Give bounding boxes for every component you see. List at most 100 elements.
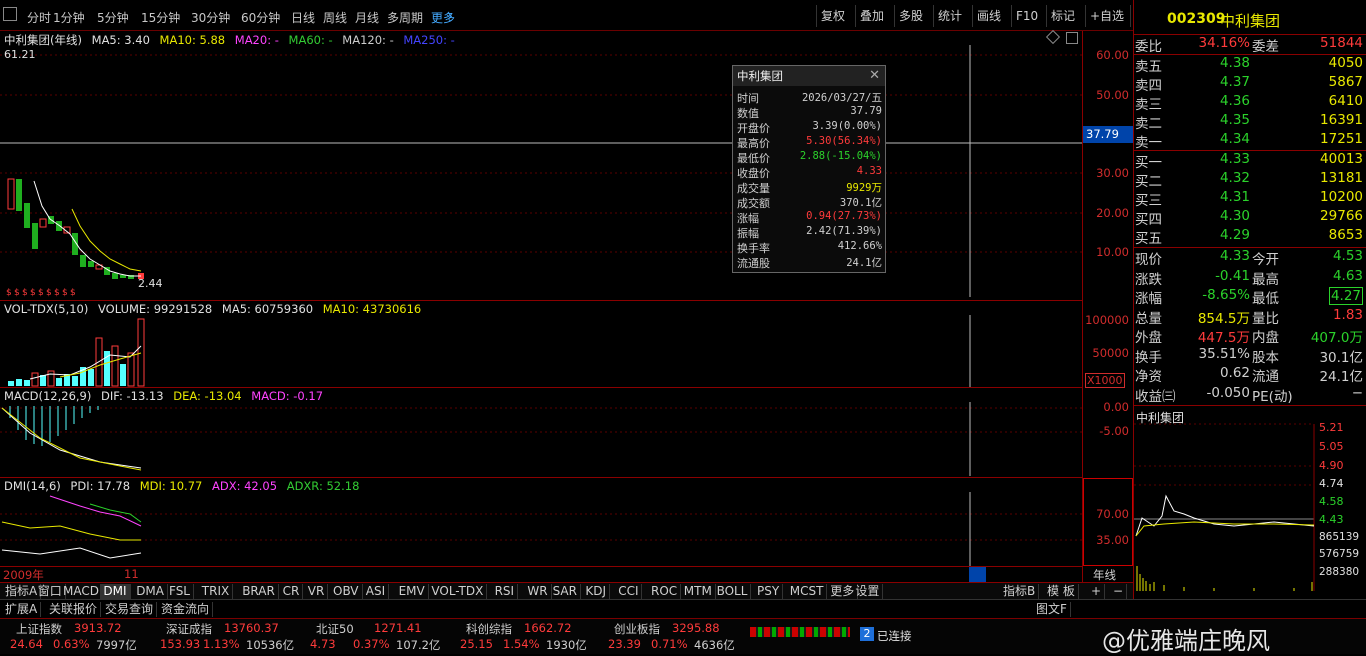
- kline-y-axis: 60.00 50.00 37.79 30.00 20.00 10.00: [1082, 31, 1133, 301]
- tab-23[interactable]: MCST: [787, 584, 828, 599]
- tab-20[interactable]: MTM: [681, 584, 716, 599]
- tab-11[interactable]: ASI: [363, 584, 390, 599]
- bids-volume: 10200: [1320, 189, 1363, 205]
- asks-row: 卖一 4.34 17251: [1134, 131, 1366, 151]
- stat-label: 收益㈢: [1135, 388, 1176, 405]
- watermark: @优雅端庄晚风: [1102, 627, 1270, 655]
- tab-right-1[interactable]: 模 板: [1044, 584, 1079, 599]
- tab-6[interactable]: TRIX: [199, 584, 234, 599]
- tooltip-value: 4.33: [856, 165, 882, 177]
- svg-text:$: $: [22, 288, 28, 298]
- panel-toggle-icon[interactable]: [3, 7, 17, 21]
- dmi-panel[interactable]: DMI(14,6) PDI: 17.78 MDI: 10.77 ADX: 42.…: [0, 478, 1082, 582]
- y-tick: 50000: [1092, 346, 1129, 360]
- close-icon[interactable]: ✕: [869, 68, 880, 83]
- svg-text:$: $: [38, 288, 44, 298]
- macd-panel[interactable]: MACD(12,26,9) DIF: -13.13 DEA: -13.04 MA…: [0, 388, 1082, 478]
- toolbar-3[interactable]: 统计: [933, 5, 966, 27]
- svg-text:$: $: [30, 288, 36, 298]
- tab-right-3[interactable]: −: [1110, 584, 1128, 599]
- chevron-right-icon[interactable]: ›: [448, 9, 453, 23]
- toolbar-4[interactable]: 画线: [972, 5, 1005, 27]
- stat-label: 总量: [1135, 310, 1162, 327]
- stock-name: 中利集团: [1220, 12, 1281, 30]
- ext-tab-right[interactable]: 图文F: [1033, 602, 1071, 617]
- tab-22[interactable]: PSY: [754, 584, 784, 599]
- tab-25[interactable]: 设置: [852, 584, 884, 599]
- ext-tab-2[interactable]: 交易查询: [102, 602, 158, 617]
- candle: [39, 218, 47, 228]
- tab-15[interactable]: WR: [524, 584, 552, 599]
- tab-18[interactable]: CCI: [615, 584, 643, 599]
- tab-right-2[interactable]: +: [1088, 584, 1106, 599]
- tab-17[interactable]: KDJ: [582, 584, 611, 599]
- volume-chart: [8, 315, 971, 387]
- toolbar-0[interactable]: 复权: [816, 5, 849, 27]
- tab-19[interactable]: ROC: [648, 584, 682, 599]
- index-change: 25.15: [460, 637, 493, 651]
- period-4[interactable]: 30分钟: [191, 9, 230, 26]
- mini-chart[interactable]: 中利集团 5.21 5.05 4.90 4.74 4.58 4.43 86513…: [1134, 405, 1366, 607]
- stat-row: 涨幅 -8.65% 最低 4.27: [1134, 287, 1366, 307]
- tab-5[interactable]: FSL: [166, 584, 194, 599]
- toolbar-7[interactable]: +自选: [1085, 5, 1128, 27]
- stat-value: 35.51%: [1198, 345, 1250, 362]
- ext-tab-0[interactable]: 扩展A: [2, 602, 42, 617]
- period-6[interactable]: 日线: [291, 9, 315, 26]
- low-price-label: 2.44: [138, 277, 163, 290]
- volume-panel[interactable]: VOL-TDX(5,10) VOLUME: 99291528 MA5: 6075…: [0, 301, 1082, 388]
- tab-16[interactable]: SAR: [550, 584, 581, 599]
- index-name[interactable]: 科创综指: [466, 621, 512, 637]
- tab-4[interactable]: DMA: [133, 584, 168, 599]
- asks-row: 卖三 4.36 6410: [1134, 93, 1366, 113]
- toolbar-5[interactable]: F10: [1011, 5, 1042, 27]
- period-5[interactable]: 60分钟: [241, 9, 280, 26]
- period-3[interactable]: 15分钟: [141, 9, 180, 26]
- tab-21[interactable]: BOLL: [714, 584, 752, 599]
- index-name[interactable]: 创业板指: [614, 621, 660, 637]
- tab-13[interactable]: VOL-TDX: [428, 584, 488, 599]
- volume-y-axis: 100000 50000 X1000: [1082, 301, 1133, 388]
- kline-panel[interactable]: 中利集团(年线) MA5: 3.40 MA10: 5.88 MA20: - MA…: [0, 29, 1082, 301]
- bids-row: 买一 4.33 40013: [1134, 151, 1366, 171]
- ext-tab-3[interactable]: 资金流向: [158, 602, 214, 617]
- period-8[interactable]: 月线: [355, 9, 379, 26]
- y-tick: 0.00: [1103, 400, 1129, 414]
- status-bar: 上证指数 3913.72 24.64 0.63% 7997亿 深证成指 13760.37 15…: [0, 618, 1366, 655]
- period-0[interactable]: 分时: [27, 9, 51, 26]
- connection-status[interactable]: 已连接: [877, 628, 912, 644]
- toolbar-6[interactable]: 标记: [1046, 5, 1079, 27]
- candle: [88, 261, 94, 267]
- x-axis: 2009年 11: [0, 566, 1082, 582]
- period-2[interactable]: 5分钟: [97, 9, 129, 26]
- tab-10[interactable]: OBV: [330, 584, 363, 599]
- index-name[interactable]: 上证指数: [16, 621, 62, 637]
- index-name[interactable]: 深证成指: [166, 621, 212, 637]
- period-1[interactable]: 1分钟: [53, 9, 85, 26]
- tab-7[interactable]: BRAR: [239, 584, 279, 599]
- index-name[interactable]: 北证50: [316, 621, 354, 637]
- tab-8[interactable]: CR: [280, 584, 304, 599]
- toolbar-1[interactable]: 叠加: [855, 5, 888, 27]
- ext-tab-1[interactable]: 关联报价: [46, 602, 102, 617]
- period-7[interactable]: 周线: [323, 9, 347, 26]
- tab-12[interactable]: EMV: [396, 584, 429, 599]
- svg-text:$: $: [70, 288, 76, 298]
- toolbar-2[interactable]: 多股: [894, 5, 927, 27]
- candle: [56, 221, 62, 231]
- stat-value: 4.53: [1332, 248, 1363, 264]
- tooltip-value: 2026/03/27/五: [801, 92, 882, 104]
- tab-3[interactable]: DMI: [100, 584, 131, 599]
- period-9[interactable]: 多周期: [387, 9, 423, 26]
- ma5-line: [33, 180, 141, 277]
- asks-row: 卖二 4.35 16391: [1134, 112, 1366, 132]
- y-tick: 60.00: [1096, 48, 1129, 62]
- tooltip-value: 2.42(71.39%): [806, 225, 882, 237]
- index-value: 3295.88: [672, 621, 720, 635]
- tab-14[interactable]: RSI: [492, 584, 519, 599]
- tab-9[interactable]: VR: [305, 584, 329, 599]
- tab-2[interactable]: MACD: [60, 584, 103, 599]
- tab-right-0[interactable]: 指标B: [1000, 584, 1040, 599]
- tooltip-value: 370.1亿: [839, 197, 882, 209]
- bids-volume: 13181: [1320, 170, 1363, 186]
